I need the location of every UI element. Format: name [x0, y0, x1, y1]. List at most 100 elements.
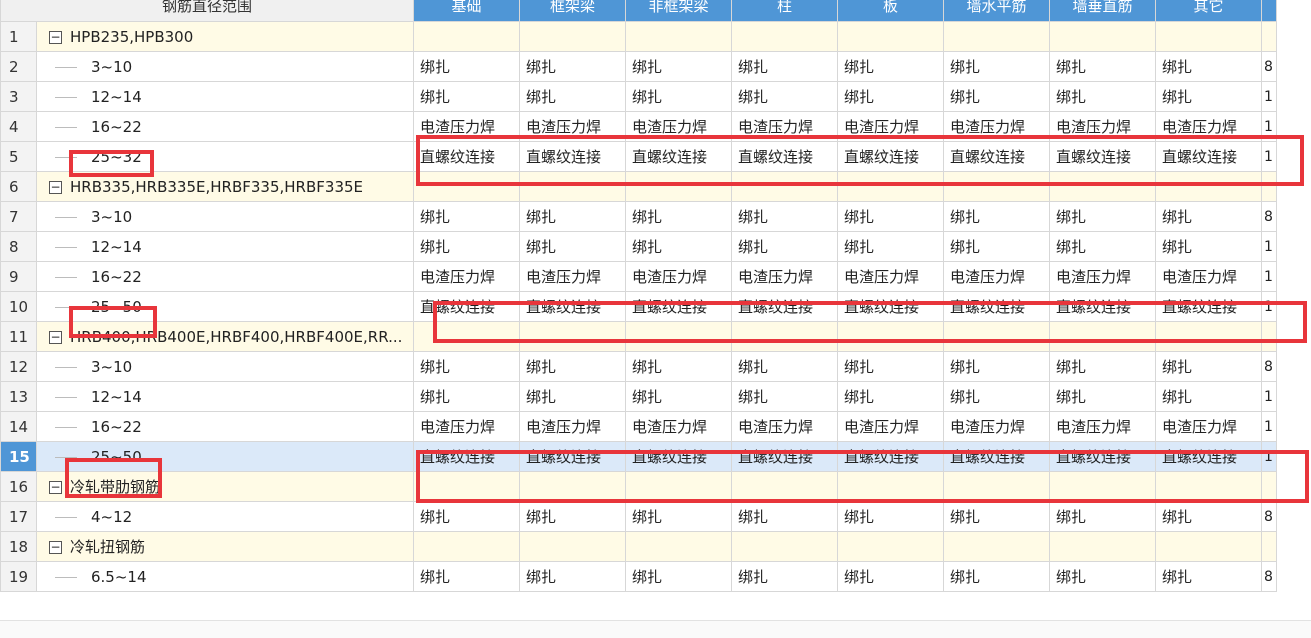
connection-type-cell[interactable]: 电渣压力焊 [413, 111, 520, 142]
connection-type-cell[interactable]: 绑扎 [1155, 561, 1262, 592]
connection-type-cell[interactable]: 绑扎 [625, 351, 732, 382]
connection-type-cell[interactable]: 绑扎 [943, 501, 1050, 532]
diameter-range-cell[interactable]: 6.5~14 [36, 561, 414, 592]
overflow-cell[interactable] [1261, 531, 1277, 562]
connection-type-cell[interactable]: 电渣压力焊 [731, 111, 838, 142]
rebar-grade-group[interactable]: − HPB235,HPB300 [36, 21, 414, 52]
connection-type-cell[interactable]: 绑扎 [519, 51, 626, 82]
connection-type-cell[interactable]: 电渣压力焊 [1049, 411, 1156, 442]
overflow-cell[interactable] [1261, 471, 1277, 502]
connection-type-cell[interactable]: 绑扎 [1049, 201, 1156, 232]
connection-type-cell[interactable]: 电渣压力焊 [837, 111, 944, 142]
connection-type-cell[interactable]: 绑扎 [943, 381, 1050, 412]
connection-type-cell[interactable]: 绑扎 [1155, 501, 1262, 532]
diameter-range-cell[interactable]: 25~50 [36, 291, 414, 322]
connection-type-cell[interactable]: 绑扎 [413, 231, 520, 262]
connection-type-cell[interactable]: 绑扎 [413, 81, 520, 112]
connection-type-cell[interactable] [837, 171, 944, 202]
connection-type-cell[interactable]: 电渣压力焊 [731, 411, 838, 442]
connection-type-cell[interactable]: 电渣压力焊 [837, 411, 944, 442]
connection-type-cell[interactable] [519, 21, 626, 52]
diameter-range-cell[interactable]: 3~10 [36, 201, 414, 232]
connection-type-cell[interactable]: 绑扎 [413, 51, 520, 82]
diameter-range-cell[interactable]: 12~14 [36, 231, 414, 262]
connection-type-cell[interactable]: 绑扎 [1155, 381, 1262, 412]
connection-type-cell[interactable]: 绑扎 [837, 81, 944, 112]
header-wall-horizontal[interactable]: 墙水平筋 [943, 0, 1050, 22]
connection-type-cell[interactable] [413, 21, 520, 52]
connection-type-cell[interactable]: 直螺纹连接 [413, 291, 520, 322]
connection-type-cell[interactable] [519, 531, 626, 562]
connection-type-cell[interactable]: 绑扎 [943, 201, 1050, 232]
diameter-range-cell[interactable]: 16~22 [36, 111, 414, 142]
connection-type-cell[interactable] [731, 21, 838, 52]
connection-type-cell[interactable]: 直螺纹连接 [519, 291, 626, 322]
connection-type-cell[interactable]: 绑扎 [731, 201, 838, 232]
connection-type-cell[interactable]: 绑扎 [1049, 501, 1156, 532]
table-row[interactable]: 8 12~14 绑扎 绑扎 绑扎 绑扎 绑扎 绑扎 绑扎 绑扎 1 [0, 231, 1277, 262]
header-nonframe-beam[interactable]: 非框架梁 [625, 0, 732, 22]
connection-type-cell[interactable]: 电渣压力焊 [519, 111, 626, 142]
connection-type-cell[interactable]: 绑扎 [837, 381, 944, 412]
header-frame-beam[interactable]: 框架梁 [519, 0, 626, 22]
row-number[interactable]: 2 [0, 51, 37, 82]
table-row[interactable]: 2 3~10 绑扎 绑扎 绑扎 绑扎 绑扎 绑扎 绑扎 绑扎 8 [0, 51, 1277, 82]
overflow-cell[interactable]: 8 [1261, 351, 1277, 382]
connection-type-cell[interactable]: 绑扎 [625, 561, 732, 592]
connection-type-cell[interactable]: 绑扎 [519, 381, 626, 412]
connection-type-cell[interactable]: 绑扎 [837, 561, 944, 592]
connection-type-cell[interactable] [625, 321, 732, 352]
diameter-range-cell[interactable]: 4~12 [36, 501, 414, 532]
connection-type-cell[interactable]: 直螺纹连接 [837, 291, 944, 322]
connection-type-cell[interactable] [943, 171, 1050, 202]
connection-type-cell[interactable]: 绑扎 [837, 231, 944, 262]
connection-type-cell[interactable]: 绑扎 [625, 201, 732, 232]
connection-type-cell[interactable] [413, 321, 520, 352]
connection-type-cell[interactable] [943, 531, 1050, 562]
connection-type-cell[interactable] [1049, 531, 1156, 562]
connection-type-cell[interactable] [943, 321, 1050, 352]
connection-type-cell[interactable]: 绑扎 [519, 201, 626, 232]
connection-type-cell[interactable]: 直螺纹连接 [943, 291, 1050, 322]
connection-type-cell[interactable] [1049, 171, 1156, 202]
group-row[interactable]: 16− 冷轧带肋钢筋 [0, 471, 1277, 502]
connection-type-cell[interactable] [519, 321, 626, 352]
connection-type-cell[interactable]: 绑扎 [837, 351, 944, 382]
connection-type-cell[interactable] [1049, 321, 1156, 352]
collapse-toggle-icon[interactable]: − [49, 541, 62, 554]
overflow-cell[interactable]: 8 [1261, 201, 1277, 232]
group-row[interactable]: 11− HRB400,HRB400E,HRBF400,HRBF400E,RR... [0, 321, 1277, 352]
table-row[interactable]: 13 12~14 绑扎 绑扎 绑扎 绑扎 绑扎 绑扎 绑扎 绑扎 1 [0, 381, 1277, 412]
table-row[interactable]: 3 12~14 绑扎 绑扎 绑扎 绑扎 绑扎 绑扎 绑扎 绑扎 1 [0, 81, 1277, 112]
connection-type-cell[interactable]: 绑扎 [625, 51, 732, 82]
connection-type-cell[interactable]: 绑扎 [625, 381, 732, 412]
connection-type-cell[interactable]: 绑扎 [519, 501, 626, 532]
rebar-grade-group[interactable]: − 冷轧带肋钢筋 [36, 471, 414, 502]
row-number[interactable]: 18 [0, 531, 37, 562]
overflow-cell[interactable]: 1 [1261, 81, 1277, 112]
diameter-range-cell[interactable]: 25~32 [36, 141, 414, 172]
connection-type-cell[interactable]: 绑扎 [625, 81, 732, 112]
rebar-grade-group[interactable]: − HRB400,HRB400E,HRBF400,HRBF400E,RR... [36, 321, 414, 352]
connection-type-cell[interactable]: 电渣压力焊 [625, 111, 732, 142]
connection-type-cell[interactable]: 绑扎 [519, 81, 626, 112]
connection-type-cell[interactable]: 直螺纹连接 [1049, 441, 1156, 472]
row-number[interactable]: 8 [0, 231, 37, 262]
row-number[interactable]: 14 [0, 411, 37, 442]
row-number[interactable]: 12 [0, 351, 37, 382]
connection-type-cell[interactable] [1049, 21, 1156, 52]
connection-type-cell[interactable]: 绑扎 [731, 561, 838, 592]
diameter-range-cell[interactable]: 25~50 [36, 441, 414, 472]
connection-type-cell[interactable]: 电渣压力焊 [1155, 261, 1262, 292]
connection-type-cell[interactable]: 电渣压力焊 [1049, 261, 1156, 292]
connection-type-cell[interactable]: 电渣压力焊 [519, 261, 626, 292]
connection-type-cell[interactable]: 绑扎 [837, 51, 944, 82]
table-row[interactable]: 14 16~22 电渣压力焊 电渣压力焊 电渣压力焊 电渣压力焊 电渣压力焊 电渣压力焊 电渣压… [0, 411, 1277, 442]
connection-type-cell[interactable] [1155, 471, 1262, 502]
overflow-cell[interactable]: 8 [1261, 501, 1277, 532]
overflow-cell[interactable]: 1 [1261, 411, 1277, 442]
connection-type-cell[interactable]: 电渣压力焊 [1155, 111, 1262, 142]
connection-type-cell[interactable]: 绑扎 [943, 561, 1050, 592]
connection-type-cell[interactable] [413, 471, 520, 502]
connection-type-cell[interactable] [519, 171, 626, 202]
